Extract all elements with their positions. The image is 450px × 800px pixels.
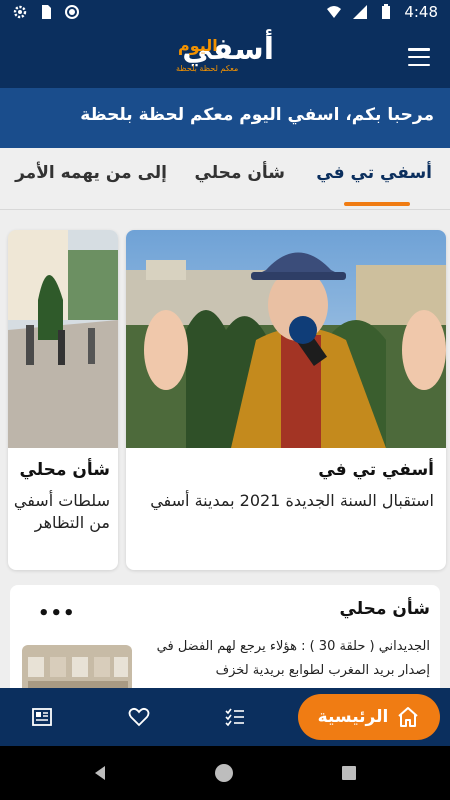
battery-icon [382, 4, 391, 19]
tab-to-whom-it-may-concern[interactable]: إلى من يهمه الأمر [15, 163, 167, 183]
signal-icon [353, 5, 368, 19]
logo-tagline: معكم لحظة بلحظة [176, 64, 239, 73]
bottom-navigation: الرئيسية [0, 688, 450, 746]
featured-card[interactable]: أسفي تي في استقبال السنة الجديدة 2021 بم… [126, 230, 446, 570]
card-category: شأن محلي [19, 460, 110, 480]
app-bar: أسفي اليوم معكم لحظة بلحظة [0, 26, 450, 88]
more-options-icon[interactable]: ••• [38, 603, 76, 624]
category-tabs: أسفي تي في شأن محلي إلى من يهمه الأمر [0, 148, 450, 210]
home-button[interactable]: الرئيسية [298, 694, 440, 740]
home-icon [398, 707, 418, 727]
tab-local-affairs[interactable]: شأن محلي [195, 163, 285, 183]
card-category: أسفي تي في [318, 460, 434, 480]
heart-icon[interactable] [127, 705, 151, 729]
tab-asfi-tv[interactable]: أسفي تي في [316, 163, 432, 183]
featured-image [8, 230, 118, 448]
logo-accent-text: اليوم [178, 36, 218, 55]
recent-apps-icon[interactable] [342, 766, 356, 780]
newspaper-icon[interactable] [30, 705, 54, 729]
list-item-title[interactable]: الجديداني ( حلقة 30 ) : هؤلاء يرجع لهم ا… [140, 635, 430, 683]
app-logo: أسفي اليوم معكم لحظة بلحظة [168, 30, 288, 84]
settings-icon [13, 5, 27, 19]
wifi-icon [327, 6, 342, 18]
active-tab-indicator [344, 202, 410, 206]
menu-icon[interactable] [408, 48, 430, 66]
card-title: سلطات أسفي من التظاهر [13, 491, 110, 532]
welcome-banner: مرحبا بكم، اسفي اليوم معكم لحظة بلحظة [0, 88, 450, 148]
featured-image [126, 230, 446, 448]
sync-icon [65, 5, 79, 19]
featured-card[interactable]: شأن محلي سلطات أسفي من التظاهر [8, 230, 118, 570]
home-circle-icon[interactable] [215, 764, 233, 782]
system-navigation-bar [0, 746, 450, 800]
checklist-icon[interactable] [223, 705, 247, 729]
back-icon[interactable] [92, 765, 108, 781]
status-time: 4:48 [404, 3, 438, 21]
section-category: شأن محلي [339, 599, 430, 619]
card-title: استقبال السنة الجديدة 2021 بمدينة أسفي [150, 491, 434, 510]
status-bar: 4:48 [0, 0, 450, 26]
home-label: الرئيسية [317, 707, 389, 727]
sim-card-icon [42, 5, 51, 19]
welcome-text: مرحبا بكم، اسفي اليوم معكم لحظة بلحظة [80, 105, 434, 125]
